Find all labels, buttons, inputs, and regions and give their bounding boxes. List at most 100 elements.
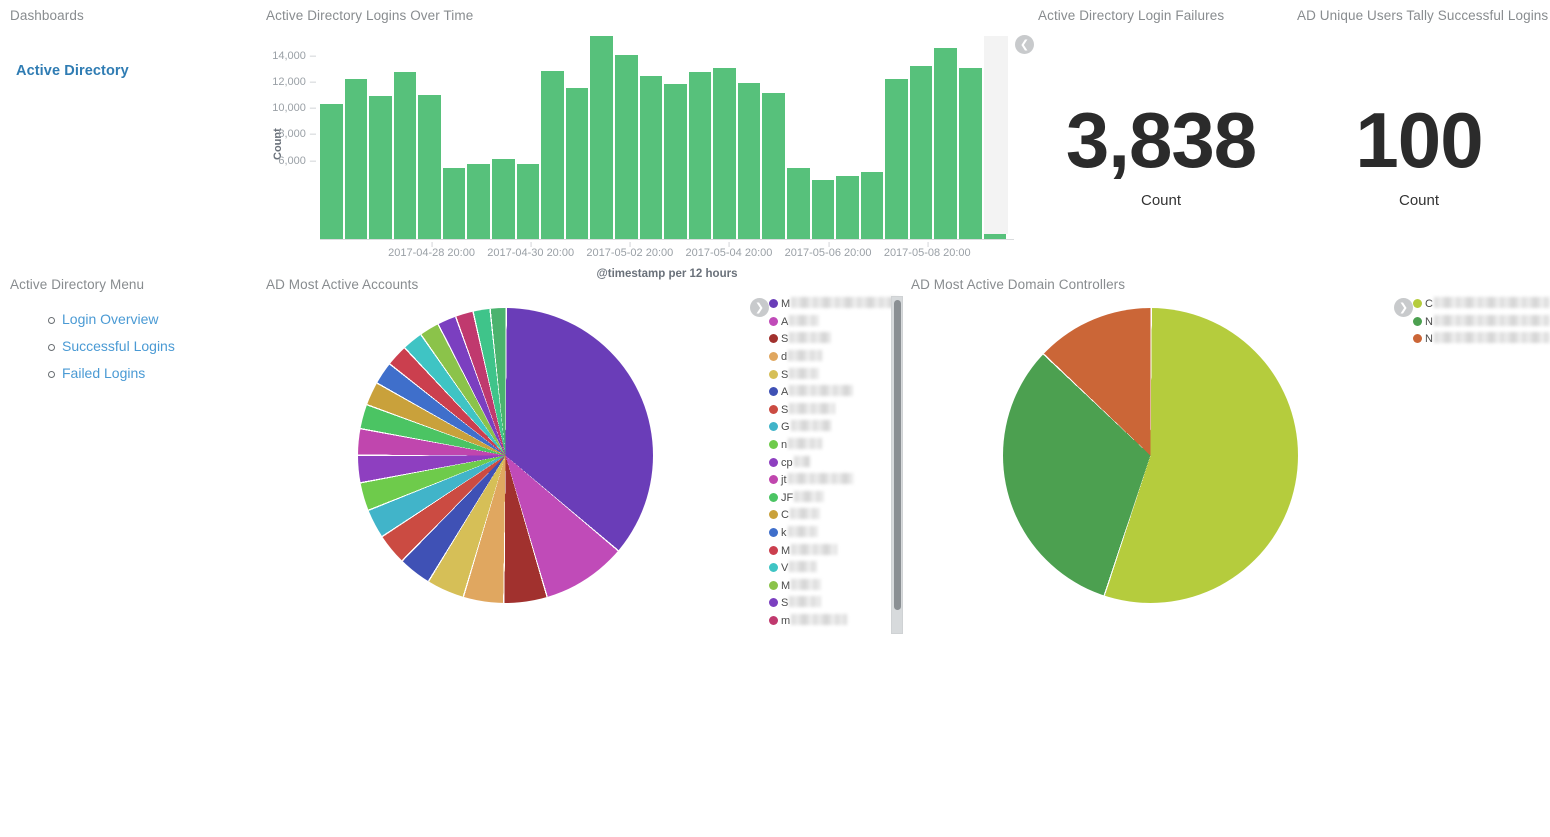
metric-login-failures: 3,838 Count: [1038, 28, 1288, 238]
bar[interactable]: [344, 78, 368, 239]
legend-item-label: N: [1425, 314, 1550, 328]
legend-scrollbar-track[interactable]: [891, 296, 903, 634]
redacted-label: [789, 314, 820, 326]
legend-item[interactable]: N: [1413, 313, 1550, 331]
legend-color-swatch: [1413, 316, 1422, 326]
bar[interactable]: [516, 164, 540, 239]
legend-item[interactable]: S: [769, 594, 889, 612]
redacted-label: [787, 473, 854, 485]
legend-item[interactable]: k: [769, 524, 889, 542]
x-axis-tick: 2017-05-04 20:00: [685, 242, 773, 259]
panel-title-ad-menu: Active Directory Menu: [10, 277, 145, 292]
legend-item[interactable]: S: [769, 401, 889, 419]
bar[interactable]: [467, 164, 491, 239]
x-axis-title: @timestamp per 12 hours: [596, 268, 738, 280]
bar[interactable]: [860, 171, 884, 239]
bar[interactable]: [492, 158, 515, 239]
legend-item-label: G: [781, 420, 833, 433]
legend-item[interactable]: M: [769, 295, 900, 313]
legend-scrollbar-thumb[interactable]: [894, 300, 901, 610]
bar[interactable]: [713, 67, 736, 239]
legend-item-label: V: [781, 561, 819, 574]
chart-most-active-domain-controllers: ❯ CNN: [911, 292, 1550, 637]
legend-item-label: N: [1425, 332, 1550, 345]
legend-item[interactable]: C: [1413, 295, 1550, 313]
bar[interactable]: [418, 95, 441, 239]
legend-item[interactable]: JF: [769, 489, 889, 507]
bar[interactable]: [934, 48, 958, 239]
legend-item-label: S: [781, 332, 833, 345]
legend-item[interactable]: C: [769, 506, 889, 524]
menu-item-failed-logins[interactable]: Failed Logins: [48, 360, 260, 387]
legend-item[interactable]: V: [769, 559, 889, 577]
legend-item[interactable]: cp: [769, 453, 889, 471]
bar[interactable]: [909, 65, 933, 239]
menu-item-successful-logins[interactable]: Successful Logins: [48, 333, 260, 360]
bar[interactable]: [369, 95, 392, 239]
bar[interactable]: [442, 168, 466, 239]
x-axis-tick: 2017-05-06 20:00: [784, 242, 872, 259]
redacted-label: [788, 438, 823, 450]
metric-value-unique-users: 100: [1355, 96, 1483, 184]
bar[interactable]: [393, 72, 417, 239]
legend-color-swatch: [769, 475, 778, 485]
legend-item[interactable]: d: [769, 348, 889, 366]
legend-item[interactable]: M: [769, 577, 889, 595]
bar[interactable]: [762, 92, 785, 239]
legend-item[interactable]: M: [769, 541, 889, 559]
bar[interactable]: [541, 70, 564, 239]
bar[interactable]: [320, 104, 343, 239]
legend-item[interactable]: S: [769, 330, 889, 348]
legend-item[interactable]: N: [1413, 330, 1550, 348]
legend-item-label: A: [781, 385, 855, 398]
legend-item[interactable]: m: [769, 612, 889, 630]
legend-color-swatch: [769, 422, 778, 432]
y-axis-tick: 14,000–: [272, 49, 316, 62]
bar[interactable]: [811, 179, 835, 239]
panel-header-most-active-controllers: AD Most Active Domain Controllers: [911, 277, 1126, 293]
legend-item-label: M: [781, 578, 823, 592]
sidebar-item-active-directory[interactable]: Active Directory: [16, 63, 129, 79]
legend-item-label: m: [781, 613, 849, 627]
panel-header-login-failures: Active Directory Login Failures: [1038, 8, 1225, 24]
legend-item-label: n: [781, 438, 824, 451]
bar[interactable]: [639, 75, 663, 239]
legend-item-label: C: [781, 508, 822, 521]
bar[interactable]: [664, 84, 687, 239]
redacted-label: [789, 385, 854, 397]
legend-item-label: cp: [781, 455, 812, 469]
chevron-left-icon[interactable]: ❮: [1015, 35, 1034, 54]
legend-item[interactable]: jt: [769, 471, 889, 489]
legend-item[interactable]: A: [769, 313, 889, 331]
bar[interactable]: [590, 35, 613, 239]
legend-color-swatch: [1413, 334, 1422, 344]
bar[interactable]: [959, 67, 982, 239]
legend-color-swatch: [769, 404, 778, 414]
legend-item[interactable]: A: [769, 383, 889, 401]
bar[interactable]: [565, 87, 589, 239]
bar[interactable]: [885, 79, 908, 239]
chevron-right-icon[interactable]: ❯: [750, 298, 769, 317]
legend-item[interactable]: S: [769, 365, 889, 383]
pie-domain-controllers[interactable]: [1003, 308, 1298, 603]
breadcrumb[interactable]: Dashboards: [10, 8, 84, 24]
menu-item-label: Failed Logins: [62, 365, 146, 381]
chevron-right-icon[interactable]: ❯: [1394, 298, 1413, 317]
bar[interactable]: [786, 167, 810, 239]
bar[interactable]: [688, 71, 712, 239]
legend-item-label: S: [781, 596, 823, 609]
metric-label-login-failures: Count: [1140, 192, 1182, 209]
bar[interactable]: [836, 176, 859, 239]
menu-item-login-overview[interactable]: Login Overview: [48, 306, 260, 333]
panel-header-ad-menu: Active Directory Menu: [10, 277, 145, 293]
panel-title-most-active-controllers: AD Most Active Domain Controllers: [911, 277, 1126, 292]
bar[interactable]: [614, 55, 638, 239]
active-dashboard-link[interactable]: Active Directory: [16, 63, 129, 79]
legend-item-label: jt: [781, 473, 856, 486]
panel-header-unique-users: AD Unique Users Tally Successful Logins: [1297, 8, 1549, 24]
legend-item[interactable]: n: [769, 436, 889, 454]
legend-color-swatch: [1413, 299, 1422, 309]
bar[interactable]: [737, 82, 761, 239]
pie-accounts[interactable]: [358, 308, 653, 603]
legend-item[interactable]: G: [769, 418, 889, 436]
